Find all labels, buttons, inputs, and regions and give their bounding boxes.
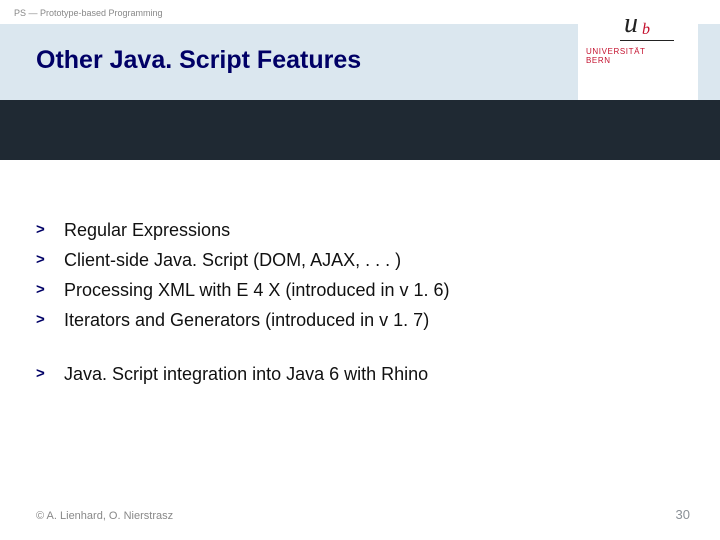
list-item: >Java. Script integration into Java 6 wi… — [36, 362, 660, 386]
list-item-text: Regular Expressions — [64, 218, 230, 242]
bullet-list: >Regular Expressions>Client-side Java. S… — [36, 218, 660, 392]
logo-divider — [620, 40, 674, 41]
university-logo: u b UNIVERSITÄT BERN — [578, 0, 698, 100]
chevron-right-icon: > — [36, 248, 64, 272]
chevron-right-icon: > — [36, 278, 64, 302]
chevron-right-icon: > — [36, 218, 64, 242]
list-item: >Regular Expressions — [36, 218, 660, 242]
logo-text-line1: UNIVERSITÄT — [586, 47, 646, 56]
page-number: 30 — [676, 507, 690, 522]
list-item: >Processing XML with E 4 X (introduced i… — [36, 278, 660, 302]
list-item: >Client-side Java. Script (DOM, AJAX, . … — [36, 248, 660, 272]
list-item-text: Iterators and Generators (introduced in … — [64, 308, 429, 332]
list-item: >Iterators and Generators (introduced in… — [36, 308, 660, 332]
course-label: PS — Prototype-based Programming — [14, 8, 163, 18]
page-title: Other Java. Script Features — [36, 46, 361, 75]
footer-credit: © A. Lienhard, O. Nierstrasz — [36, 510, 173, 522]
chevron-right-icon: > — [36, 308, 64, 332]
list-item-text: Client-side Java. Script (DOM, AJAX, . .… — [64, 248, 401, 272]
chevron-right-icon: > — [36, 362, 64, 386]
logo-u-glyph: u — [624, 10, 638, 38]
list-item-text: Processing XML with E 4 X (introduced in… — [64, 278, 450, 302]
logo-b-glyph: b — [642, 22, 650, 38]
dark-band — [0, 100, 720, 160]
logo-text-line2: BERN — [586, 56, 646, 65]
list-item-text: Java. Script integration into Java 6 wit… — [64, 362, 428, 386]
